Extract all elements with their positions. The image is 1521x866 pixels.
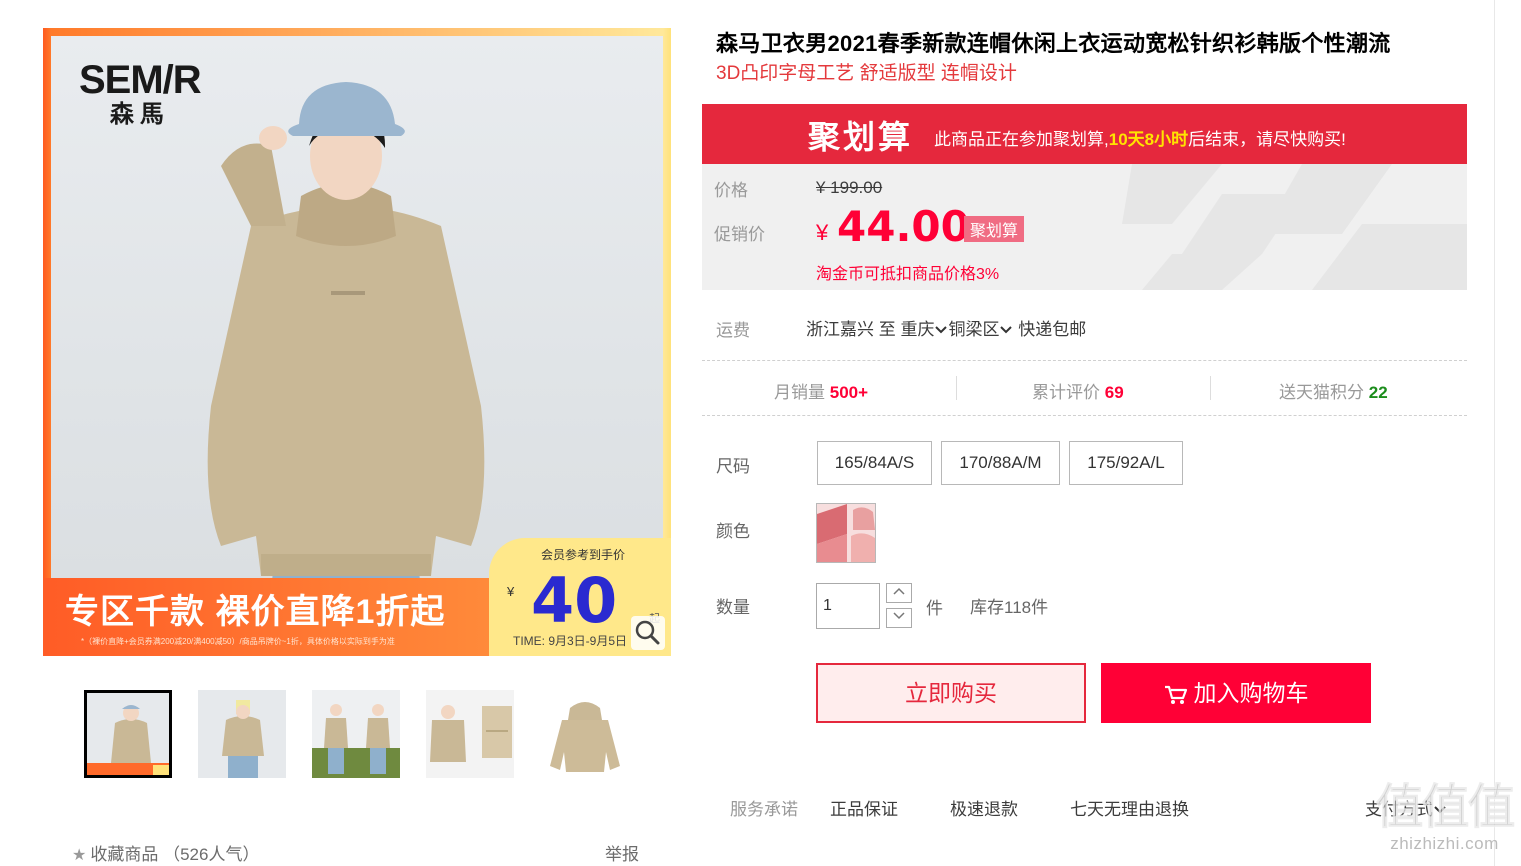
size-option-l[interactable]: 175/92A/L: [1069, 441, 1183, 485]
juhuasuan-tag: 聚划算: [964, 216, 1025, 242]
member-price-value: 40: [531, 564, 618, 637]
zoom-magnifier-icon[interactable]: [631, 616, 665, 650]
quantity-input[interactable]: [816, 583, 880, 629]
juhuasuan-countdown: 10天8小时: [1108, 130, 1189, 149]
shopping-cart-icon: [1164, 685, 1187, 704]
price-label: 价格: [714, 181, 748, 200]
add-to-cart-label: 加入购物车: [1193, 680, 1309, 706]
quantity-increase-button[interactable]: [886, 583, 912, 603]
stat-separator: [1210, 376, 1211, 400]
service-authentic[interactable]: 正品保证: [830, 795, 898, 820]
price-panel: 价格 ¥ 199.00 促销价 ¥ 44.00 聚划算 淘金币可抵扣商品价格3%: [702, 164, 1467, 290]
member-price-time: TIME: 9月3日-9月5日: [513, 634, 628, 648]
monthly-sales: 月销量 500+: [774, 378, 868, 403]
city-name: 重庆: [900, 320, 935, 339]
promo-price-currency: ¥: [816, 220, 829, 245]
thumbnail-5[interactable]: [540, 690, 628, 778]
total-reviews-value: 69: [1104, 383, 1124, 402]
thumbnail-3[interactable]: [312, 690, 400, 778]
promo-fine-print: *（裸价直降+会员券满200减20/满400减50）/商品吊牌价~1折，具体价格…: [81, 637, 395, 646]
favorite-label: 收藏商品: [90, 845, 159, 864]
site-watermark: 值值值 zhizhizhi.com: [1372, 781, 1517, 854]
shipping-label: 运费: [716, 321, 750, 340]
juhuasuan-notice: 此商品正在参加聚划算,10天8小时后结束，请尽快购买!: [934, 125, 1346, 150]
promo-price: 44.00: [837, 202, 970, 251]
ship-to-word: 至: [878, 320, 896, 339]
buy-now-button[interactable]: 立即购买: [816, 663, 1086, 723]
monthly-sales-value: 500+: [829, 383, 869, 402]
thumbnail-1[interactable]: [84, 690, 172, 778]
total-reviews-label: 累计评价: [1032, 383, 1100, 402]
divider: [702, 360, 1467, 361]
tmall-points-value: 22: [1368, 383, 1388, 402]
promo-banner: 专区千款 裸价直降1折起 *（裸价直降+会员券满200减20/满400减50）/…: [43, 578, 491, 656]
watermark-site: zhizhizhi.com: [1390, 834, 1499, 853]
juhuasuan-text-before: 此商品正在参加聚划算,: [934, 130, 1109, 149]
juhuasuan-banner: 聚划算 此商品正在参加聚划算,10天8小时后结束，请尽快购买!: [702, 104, 1467, 164]
favorite-popularity: （526人气）: [163, 845, 260, 864]
member-price-title: 会员参考到手价: [541, 548, 626, 562]
chevron-up-icon: [893, 587, 905, 595]
service-label: 服务承诺: [730, 800, 798, 819]
chevron-down-icon: [893, 612, 905, 620]
tmall-points-label: 送天猫积分: [1279, 383, 1364, 402]
shipping-info: 浙江嘉兴 至 重庆 铜梁区 快递包邮: [806, 315, 1086, 340]
city-selector[interactable]: 重庆: [900, 320, 948, 339]
product-title: 森马卫衣男2021春季新款连帽休闲上衣运动宽松针织衫韩版个性潮流: [716, 31, 1391, 56]
star-icon: ★: [72, 847, 87, 864]
thumbnail-4[interactable]: [426, 690, 514, 778]
chevron-down-icon: [935, 326, 948, 334]
report-link[interactable]: 举报: [605, 840, 639, 865]
add-to-cart-button[interactable]: 加入购物车: [1101, 663, 1371, 723]
quantity-label: 数量: [716, 598, 750, 617]
original-price: ¥ 199.00: [816, 178, 883, 197]
stat-separator: [956, 376, 957, 400]
promo-headline: 专区千款 裸价直降1折起: [65, 593, 446, 631]
juhuasuan-text-after: 后结束，请尽快购买!: [1188, 130, 1346, 149]
model-figure: [207, 82, 485, 656]
page-edge-divider: [1494, 0, 1495, 866]
taojinbi-note: 淘金币可抵扣商品价格3%: [816, 266, 1000, 283]
color-label: 颜色: [716, 522, 750, 541]
service-fast-refund[interactable]: 极速退款: [950, 795, 1018, 820]
size-option-s[interactable]: 165/84A/S: [817, 441, 932, 485]
ship-from: 浙江嘉兴: [806, 320, 874, 339]
quantity-decrease-button[interactable]: [886, 608, 912, 628]
ship-method: 快递包邮: [1018, 320, 1087, 339]
size-option-m[interactable]: 170/88A/M: [941, 441, 1060, 485]
size-label: 尺码: [716, 457, 750, 476]
divider: [702, 415, 1467, 416]
member-price-currency: ¥: [507, 584, 515, 599]
product-subtitle: 3D凸印字母工艺 舒适版型 连帽设计: [716, 63, 1017, 84]
chevron-down-icon: [1000, 326, 1013, 334]
juhuasuan-logo: 聚划算: [808, 119, 914, 155]
monthly-sales-label: 月销量: [774, 383, 825, 402]
district-selector[interactable]: 铜梁区: [948, 320, 1013, 339]
favorite-product[interactable]: ★ 收藏商品 （526人气）: [72, 840, 259, 865]
tmall-points: 送天猫积分 22: [1279, 378, 1388, 403]
color-option-swatch[interactable]: [816, 503, 876, 563]
quantity-unit: 件: [926, 599, 943, 618]
district-name: 铜梁区: [948, 320, 1000, 339]
pink-hoodie-swatch-image: [817, 504, 875, 562]
promo-price-label: 促销价: [714, 225, 765, 244]
stock-count: 库存118件: [970, 598, 1049, 617]
watermark-logo: 值值值: [1375, 781, 1516, 834]
thumbnail-2[interactable]: [198, 690, 286, 778]
total-reviews[interactable]: 累计评价 69: [1032, 378, 1124, 403]
main-product-image[interactable]: SEM/R 森馬 专区千款 裸价直降1折起 *（裸价直降+会员券满200减20/…: [43, 28, 671, 656]
service-seven-day-return[interactable]: 七天无理由退换: [1070, 795, 1189, 820]
